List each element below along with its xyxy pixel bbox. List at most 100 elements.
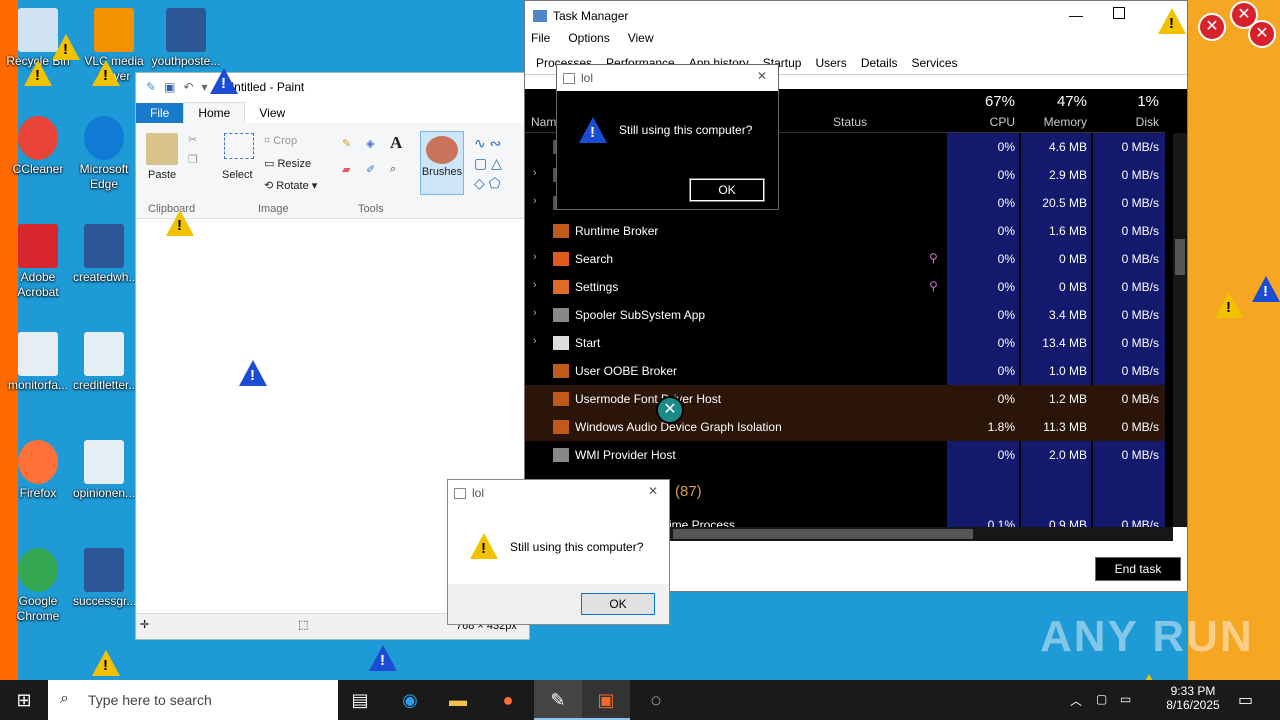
end-task-button[interactable]: End task [1095, 557, 1181, 581]
dialog-message: Still using this computer? [619, 123, 753, 137]
desktop-icon-successgr[interactable]: successgr... [73, 548, 136, 609]
ok-button[interactable]: OK [581, 593, 655, 615]
shapes-gallery[interactable]: ∿ ∾ ▢ △ ◇ ⬠ [474, 133, 530, 195]
firefox-taskbar-icon[interactable]: ● [484, 680, 532, 720]
expand-chevron-icon[interactable]: › [533, 167, 537, 179]
color-picker-icon[interactable]: ✐ [366, 163, 375, 176]
tab-home[interactable]: Home [183, 102, 246, 123]
volume-icon[interactable]: ▭ [1120, 692, 1131, 706]
tab-services[interactable]: Services [905, 52, 965, 74]
taskmanager-taskbar-icon[interactable]: ▣ [582, 680, 630, 720]
column-disk[interactable]: Disk [1091, 115, 1159, 129]
table-row[interactable]: › Start 0% 13.4 MB 0 MB/s [525, 329, 1165, 357]
table-row[interactable]: Runtime Broker 0% 1.6 MB 0 MB/s [525, 217, 1165, 245]
menu-file[interactable]: File [531, 31, 550, 51]
minimize-button[interactable]: — [1069, 7, 1083, 23]
save-icon[interactable]: ▣ [164, 80, 175, 94]
desktop-icon-monitorfa[interactable]: monitorfa... [0, 332, 76, 393]
word-icon [84, 548, 124, 592]
vertical-scrollbar[interactable] [1173, 133, 1187, 527]
table-row[interactable]: WMI Provider Host 0% 2.0 MB 0 MB/s [525, 441, 1165, 469]
column-memory[interactable]: Memory [1019, 115, 1087, 129]
table-row[interactable]: › Search ⚲ 0% 0 MB 0 MB/s [525, 245, 1165, 273]
quick-access-dropdown-icon[interactable]: ▾ [201, 80, 207, 94]
table-row[interactable]: User OOBE Broker 0% 1.0 MB 0 MB/s [525, 357, 1165, 385]
tab-users[interactable]: Users [808, 52, 853, 74]
hscroll-thumb[interactable] [673, 529, 973, 539]
copy-icon[interactable]: ❐ [188, 153, 198, 166]
desktop-icon-createdwh[interactable]: createdwh... [73, 224, 138, 285]
rotate-button[interactable]: ⟲ Rotate ▾ [264, 179, 317, 192]
desktop-icon-acrobat[interactable]: Adobe Acrobat [0, 224, 76, 300]
cut-icon[interactable]: ✂ [188, 133, 197, 146]
dialog-taskbar-icon[interactable]: ◌ [632, 680, 680, 720]
table-row[interactable]: Windows Audio Device Graph Isolation 1.8%… [525, 413, 1165, 441]
clock[interactable]: 9:33 PM 8/16/2025 [1162, 684, 1224, 712]
dialog-titlebar: lol ✕ [557, 65, 778, 91]
select-icon[interactable] [224, 133, 254, 159]
expand-chevron-icon[interactable]: › [533, 251, 537, 263]
warning-icon [470, 533, 498, 559]
group-header-count[interactable]: (87) [675, 483, 702, 500]
menu-view[interactable]: View [628, 31, 654, 51]
expand-chevron-icon[interactable]: › [533, 335, 537, 347]
process-cpu: 1.8% [987, 420, 1015, 434]
desktop-icon-opinionen[interactable]: opinionen... [73, 440, 135, 501]
process-disk: 0 MB/s [1121, 140, 1159, 154]
close-icon[interactable]: ✕ [648, 484, 658, 498]
pencil-icon[interactable]: ✎ [342, 137, 351, 150]
ok-button[interactable]: OK [689, 178, 765, 202]
cpu-total: 67% [984, 93, 1015, 110]
close-icon[interactable]: ✕ [757, 69, 767, 83]
process-name: Start [575, 336, 601, 350]
tab-details[interactable]: Details [854, 52, 905, 74]
column-status[interactable]: Status [833, 115, 867, 129]
start-button[interactable]: ⊞ [0, 680, 48, 720]
tab-view[interactable]: View [245, 103, 299, 123]
network-icon[interactable]: ▢ [1096, 692, 1107, 706]
undo-icon[interactable]: ↶ [183, 80, 193, 94]
text-icon[interactable]: A [390, 133, 402, 153]
column-cpu[interactable]: CPU [947, 115, 1015, 129]
eraser-icon[interactable]: ▰ [342, 163, 350, 176]
desktop-icon-firefox[interactable]: Firefox [0, 440, 76, 501]
paste-icon[interactable] [146, 133, 178, 165]
fill-icon[interactable]: ◈ [366, 137, 374, 150]
desktop-icon-ccleaner[interactable]: CCleaner [0, 116, 76, 177]
desktop-icon-chrome[interactable]: Google Chrome [0, 548, 76, 624]
dialog-lol-top: lol ✕ Still using this computer? OK [556, 64, 779, 210]
menu-options[interactable]: Options [568, 31, 609, 51]
warning-icon [210, 68, 238, 94]
tab-file[interactable]: File [136, 103, 184, 123]
file-explorer-icon[interactable]: ▬ [434, 680, 482, 720]
magnifier-icon[interactable]: ⌕ [390, 163, 396, 176]
table-row[interactable]: Usermode Font Driver Host 0% 1.2 MB 0 MB/s [525, 385, 1165, 413]
desktop-icon-creditletter[interactable]: creditletter... [73, 332, 138, 393]
brushes-button[interactable]: Brushes [420, 131, 464, 195]
notifications-icon[interactable]: ▭ [1238, 690, 1253, 710]
select-button[interactable]: Select [222, 169, 253, 181]
edge-taskbar-icon[interactable]: ◉ [386, 680, 434, 720]
taskmanager-app-icon [533, 10, 547, 22]
show-hidden-icons[interactable]: ︿ [1070, 692, 1082, 709]
desktop-icon-youthposte[interactable]: youthposte... [148, 8, 224, 69]
scrollbar-thumb[interactable] [1175, 239, 1185, 275]
process-cpu: 0% [997, 224, 1015, 238]
crop-button[interactable]: ⌗ Crop [264, 135, 297, 148]
table-row[interactable]: › Spooler SubSystem App 0% 3.4 MB 0 MB/s [525, 301, 1165, 329]
maximize-button[interactable] [1113, 7, 1125, 19]
expand-chevron-icon[interactable]: › [533, 307, 537, 319]
expand-chevron-icon[interactable]: › [533, 279, 537, 291]
process-disk: 0 MB/s [1121, 448, 1159, 462]
process-mem: 13.4 MB [1042, 336, 1087, 350]
taskmanager-title: Task Manager [553, 9, 629, 23]
paste-button[interactable]: Paste [148, 169, 176, 181]
desktop-icon-edge[interactable]: Microsoft Edge [73, 116, 135, 192]
expand-chevron-icon[interactable]: › [533, 195, 537, 207]
task-view-icon[interactable]: ▤ [336, 680, 384, 720]
resize-button[interactable]: ▭ Resize [264, 157, 311, 170]
process-disk: 0 MB/s [1121, 336, 1159, 350]
paint-taskbar-icon[interactable]: ✎ [534, 680, 582, 720]
taskbar-search-box[interactable]: ⌕ Type here to search [48, 680, 338, 720]
table-row[interactable]: › Settings ⚲ 0% 0 MB 0 MB/s [525, 273, 1165, 301]
